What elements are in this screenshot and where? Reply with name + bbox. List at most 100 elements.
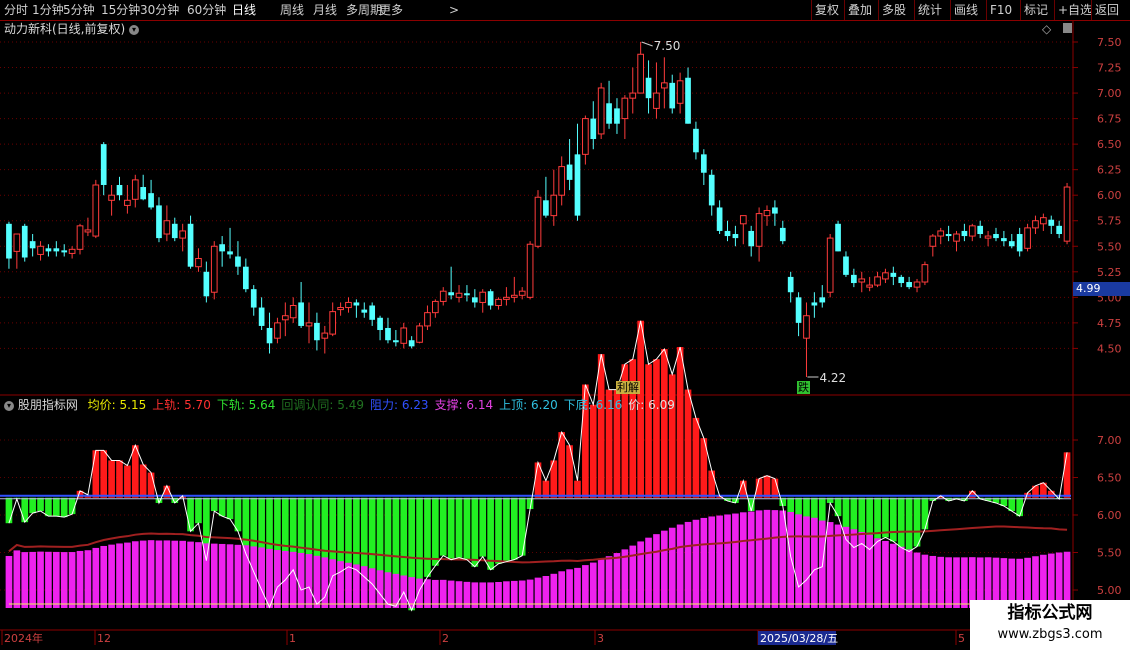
candle-body <box>669 82 676 109</box>
candle-body <box>1016 234 1023 252</box>
magenta-bar <box>210 543 218 608</box>
magenta-bar <box>92 547 100 608</box>
green-bar <box>455 497 463 558</box>
green-bar <box>439 497 447 556</box>
red-bar <box>645 364 652 498</box>
candle-body <box>124 199 131 206</box>
candle-body <box>929 235 937 247</box>
main-grid <box>0 20 1130 631</box>
sub-tick-label: 7.00 <box>1097 434 1122 447</box>
red-bar <box>692 417 700 498</box>
candle-body <box>337 307 344 311</box>
magenta-bar <box>139 540 147 608</box>
candle-body <box>29 241 36 249</box>
magenta-bar <box>321 557 329 608</box>
candle-body <box>108 194 115 201</box>
chevron-down-icon[interactable]: ▾ <box>129 24 140 35</box>
magenta-bar <box>218 543 226 608</box>
candle-body <box>100 144 107 185</box>
gear-icon[interactable] <box>1063 23 1073 33</box>
price-tick-label: 7.50 <box>1097 36 1122 49</box>
candle-body <box>953 233 960 242</box>
magenta-bar <box>76 550 84 608</box>
low-label: 4.22 <box>819 371 846 385</box>
candle-body <box>203 271 210 297</box>
magenta-bar <box>21 552 29 608</box>
candle-body <box>732 234 739 239</box>
red-bar <box>653 359 660 498</box>
red-bar <box>763 475 771 498</box>
magenta-bar <box>589 562 597 608</box>
magenta-bar <box>337 561 344 608</box>
green-bar <box>242 497 250 554</box>
candle-body <box>724 230 731 237</box>
green-bar <box>1016 497 1023 517</box>
magenta-bar <box>763 509 771 608</box>
indicator-8: 价: 6.09 <box>628 398 675 412</box>
magenta-bar <box>574 567 581 608</box>
green-bar <box>424 497 431 577</box>
candle-body <box>487 291 494 306</box>
last-price-tag: 4.99 <box>1073 282 1130 296</box>
green-bar <box>195 497 202 524</box>
red-bar <box>100 450 108 498</box>
chart-canvas: 7.50 4.22 7.50 7.25 7.00 6.75 6.50 6.25 6.00 5.7… <box>0 20 1130 645</box>
candle-body <box>227 251 233 255</box>
red-bar <box>116 460 123 498</box>
magenta-bar <box>124 542 131 608</box>
marker-fall-label: 跌 <box>798 381 809 394</box>
candle-body <box>455 292 463 298</box>
magenta-bar <box>874 538 881 608</box>
candle-body <box>993 234 999 239</box>
candle-body <box>653 92 660 109</box>
magenta-bar <box>700 517 708 608</box>
candle-body <box>116 184 123 196</box>
green-bar <box>60 497 68 518</box>
magenta-bar <box>360 566 368 608</box>
candle-body <box>92 184 100 237</box>
candle-body <box>898 276 905 284</box>
magenta-bar <box>234 544 242 608</box>
candle-body <box>13 233 21 252</box>
magenta-bar <box>37 551 44 608</box>
candle-body <box>779 227 786 242</box>
green-bar <box>921 497 929 530</box>
magenta-bar <box>258 547 265 608</box>
candle-body <box>503 296 510 300</box>
main-chart-header: 动力新科(日线,前复权) ▾ <box>4 22 140 36</box>
green-bar <box>187 497 194 532</box>
green-bar <box>37 497 44 512</box>
chevron-down-icon[interactable]: ▾ <box>4 400 14 411</box>
candle-body <box>913 281 921 288</box>
candle-body <box>156 205 162 239</box>
candle-body <box>748 230 755 247</box>
candle-body <box>369 305 376 320</box>
green-bar <box>210 497 218 512</box>
magenta-bar <box>645 537 652 608</box>
red-bar <box>597 354 605 498</box>
magenta-bar <box>534 577 542 608</box>
magenta-bar <box>811 517 818 608</box>
indicator-header: ▾ 股朋指标网 均价: 5.15 上轨: 5.70 下轨: 5.64 回调认同: 5.… <box>4 398 675 412</box>
magenta-bar <box>558 571 566 608</box>
red-bar <box>589 404 597 498</box>
diamond-icon[interactable]: ◇ <box>1042 22 1051 36</box>
magenta-bar <box>613 553 621 608</box>
candle-body <box>984 235 992 239</box>
magenta-bar <box>179 540 186 608</box>
magenta-bar <box>850 529 858 608</box>
candle-body <box>61 250 68 253</box>
green-bar <box>53 497 60 517</box>
candle-body <box>645 77 652 99</box>
candle-body <box>787 276 794 293</box>
candle-body <box>171 223 178 239</box>
candle-body <box>361 309 368 313</box>
candle-body <box>590 118 597 140</box>
candle-body <box>314 322 320 341</box>
magenta-bar <box>961 557 968 608</box>
candle-body <box>882 272 889 280</box>
green-bar <box>29 497 36 514</box>
magenta-bar <box>661 530 668 608</box>
candle-body <box>739 215 747 225</box>
red-bar <box>661 349 668 498</box>
